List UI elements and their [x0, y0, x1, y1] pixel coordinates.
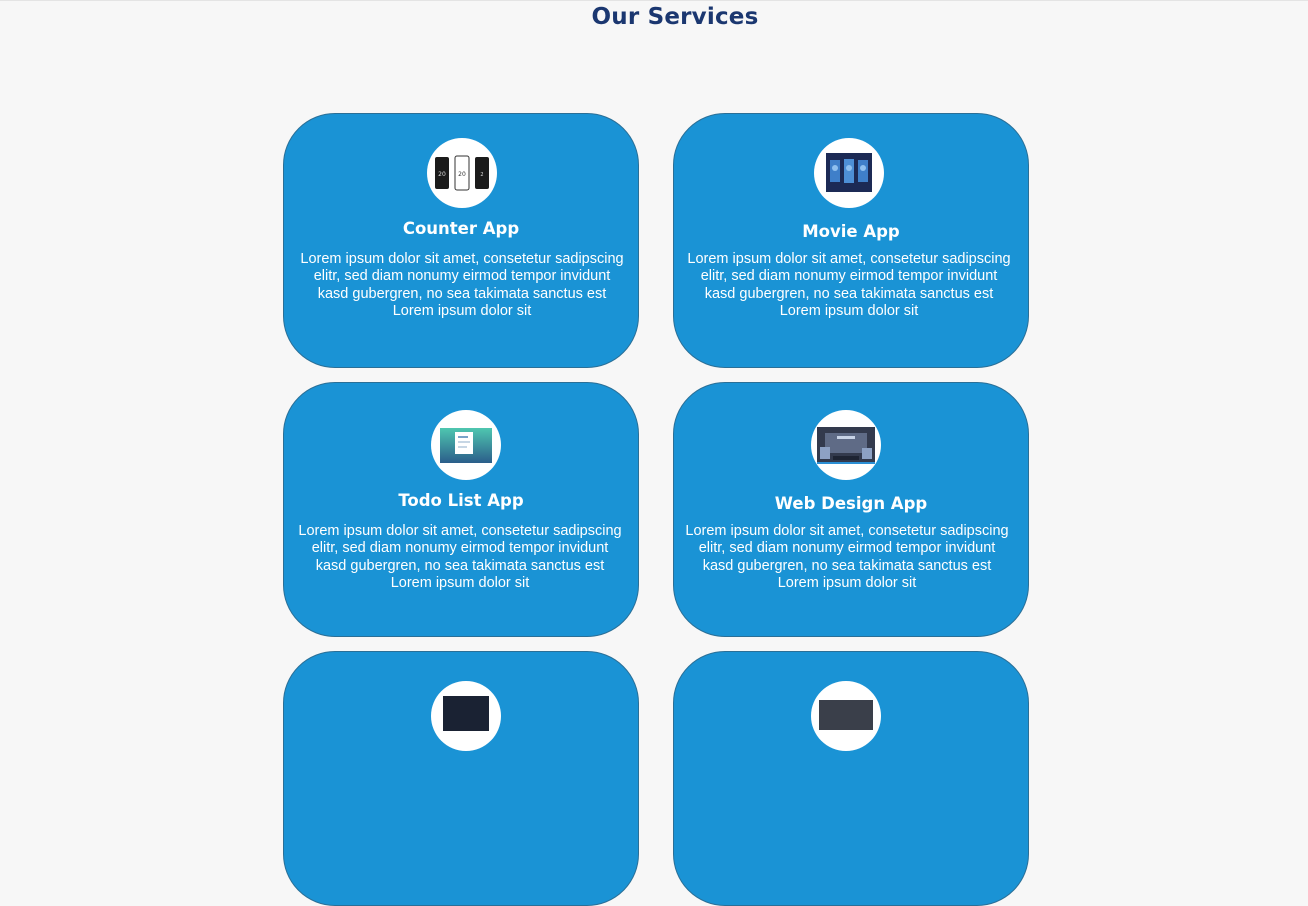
- page-title: Our Services: [591, 4, 759, 30]
- svg-text:2: 2: [480, 172, 483, 178]
- service-description: Lorem ipsum dolor sit amet, consetetur s…: [685, 523, 1009, 591]
- service-card-counter-app[interactable]: 20 20 2 Counter App Lorem ipsum dolor si…: [283, 113, 639, 368]
- todo-app-thumbnail-icon: [431, 410, 501, 480]
- svg-text:20: 20: [458, 171, 466, 178]
- service-card[interactable]: [673, 651, 1029, 906]
- service-card-movie-app[interactable]: Movie App Lorem ipsum dolor sit amet, co…: [673, 113, 1029, 368]
- service-title: Counter App: [402, 219, 520, 238]
- service-title: Web Design App: [774, 494, 928, 513]
- service-card[interactable]: [283, 651, 639, 906]
- service-description: Lorem ipsum dolor sit amet, consetetur s…: [300, 251, 624, 319]
- service-title: Todo List App: [398, 491, 524, 510]
- top-divider: [0, 0, 1308, 1]
- svg-text:20: 20: [438, 171, 446, 178]
- service-description: Lorem ipsum dolor sit amet, consetetur s…: [298, 523, 622, 591]
- movie-app-thumbnail-icon: [814, 138, 884, 208]
- service-card-todo-list-app[interactable]: Todo List App Lorem ipsum dolor sit amet…: [283, 382, 639, 637]
- service-card-web-design-app[interactable]: Web Design App Lorem ipsum dolor sit ame…: [673, 382, 1029, 637]
- service-description: Lorem ipsum dolor sit amet, consetetur s…: [687, 251, 1011, 319]
- web-design-app-thumbnail-icon: [811, 410, 881, 480]
- app-thumbnail-icon: [811, 681, 881, 751]
- counter-app-thumbnail-icon: 20 20 2: [427, 138, 497, 208]
- app-thumbnail-icon: [431, 681, 501, 751]
- service-title: Movie App: [802, 222, 900, 241]
